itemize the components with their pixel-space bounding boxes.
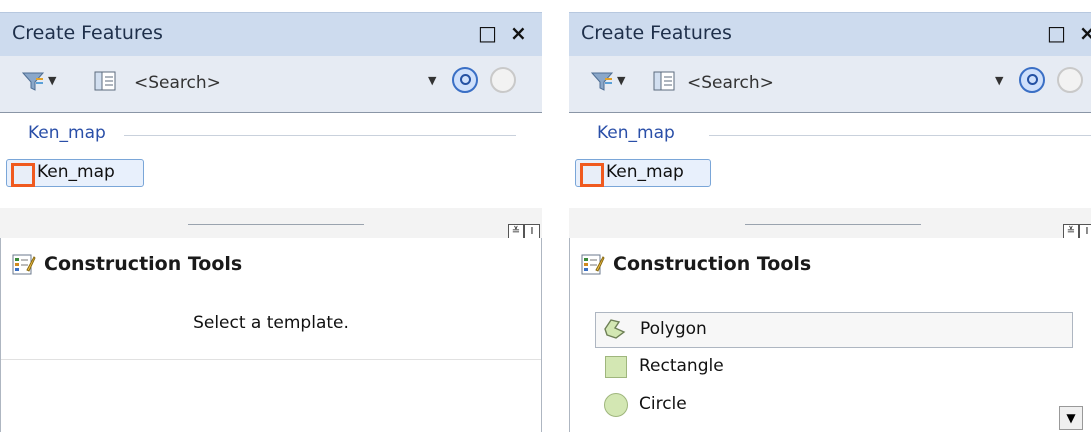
restore-icon[interactable]: □	[1047, 21, 1066, 45]
construction-tools-title: Construction Tools	[44, 253, 243, 275]
construction-tools-body: Select a template.	[0, 292, 542, 432]
panel-border	[541, 238, 542, 432]
template-item-label: Ken_map	[606, 162, 684, 182]
polygon-icon	[604, 319, 626, 339]
group-divider	[124, 135, 516, 136]
construction-tools-header: Construction Tools	[0, 238, 542, 292]
organize-templates-icon[interactable]	[653, 70, 675, 92]
chevron-down-icon[interactable]: ▼	[48, 74, 56, 87]
close-icon[interactable]: ×	[510, 21, 527, 45]
chevron-down-icon[interactable]: ▼	[617, 74, 625, 87]
circle-icon	[604, 393, 628, 417]
panel-border	[569, 238, 570, 432]
organize-templates-icon[interactable]	[94, 70, 116, 92]
scroll-down-icon[interactable]: ▼	[1059, 406, 1083, 430]
search-icon[interactable]	[1019, 67, 1045, 93]
panel-splitter[interactable]: ≚ I	[569, 208, 1091, 240]
template-group-label: Ken_map	[28, 123, 106, 143]
create-features-panel-left: Create Features □ × ▼ <Search> ▼ Ken_map…	[0, 0, 542, 432]
construction-tools-divider	[0, 359, 542, 360]
panel-border	[0, 238, 1, 432]
template-item-label: Ken_map	[37, 162, 115, 182]
panel-title: Create Features	[12, 22, 163, 44]
search-icon[interactable]	[452, 67, 478, 93]
template-list: Ken_map Ken_map	[0, 112, 542, 210]
close-icon[interactable]: ×	[1079, 21, 1091, 45]
clear-search-icon[interactable]	[490, 67, 516, 93]
create-features-panel-right: Create Features □ × ▼ <Search> ▼ Ken_map…	[569, 0, 1091, 432]
filter-icon[interactable]	[22, 70, 44, 92]
panel-title-bar: Create Features □ ×	[0, 12, 542, 57]
construction-tools-icon	[581, 254, 605, 275]
splitter-grip[interactable]	[745, 224, 921, 225]
panel-splitter[interactable]: ≚ I	[0, 208, 542, 240]
template-list: Ken_map Ken_map	[569, 112, 1091, 210]
template-symbol-icon	[580, 163, 604, 187]
construction-tools-header: Construction Tools	[569, 238, 1091, 292]
tool-circle[interactable]: Circle	[595, 388, 1071, 422]
template-item[interactable]: Ken_map	[575, 159, 711, 187]
select-template-message: Select a template.	[193, 313, 349, 333]
tool-label: Rectangle	[639, 356, 724, 376]
template-group-label: Ken_map	[597, 123, 675, 143]
tool-polygon[interactable]: Polygon	[595, 312, 1073, 348]
template-item[interactable]: Ken_map	[6, 159, 144, 187]
restore-icon[interactable]: □	[478, 21, 497, 45]
panel-toolbar: ▼ <Search> ▼	[0, 56, 542, 112]
construction-tools-list: Polygon Rectangle Circle ▼	[569, 292, 1091, 432]
search-input[interactable]: <Search>	[687, 73, 774, 93]
panel-title: Create Features	[581, 22, 732, 44]
search-input[interactable]: <Search>	[134, 73, 221, 93]
search-dropdown-icon[interactable]: ▼	[995, 74, 1003, 87]
rectangle-icon	[605, 356, 627, 378]
template-symbol-icon	[11, 163, 35, 187]
panel-title-bar: Create Features □ ×	[569, 12, 1091, 57]
splitter-grip[interactable]	[188, 224, 364, 225]
construction-tools-icon	[12, 254, 36, 275]
filter-icon[interactable]	[591, 70, 613, 92]
tool-label: Polygon	[640, 319, 707, 339]
clear-search-icon[interactable]	[1057, 67, 1083, 93]
tool-label: Circle	[639, 394, 687, 414]
tool-rectangle[interactable]: Rectangle	[595, 350, 1071, 384]
group-divider	[709, 135, 1091, 136]
construction-tools-title: Construction Tools	[613, 253, 812, 275]
panel-toolbar: ▼ <Search> ▼	[569, 56, 1091, 112]
search-dropdown-icon[interactable]: ▼	[428, 74, 436, 87]
